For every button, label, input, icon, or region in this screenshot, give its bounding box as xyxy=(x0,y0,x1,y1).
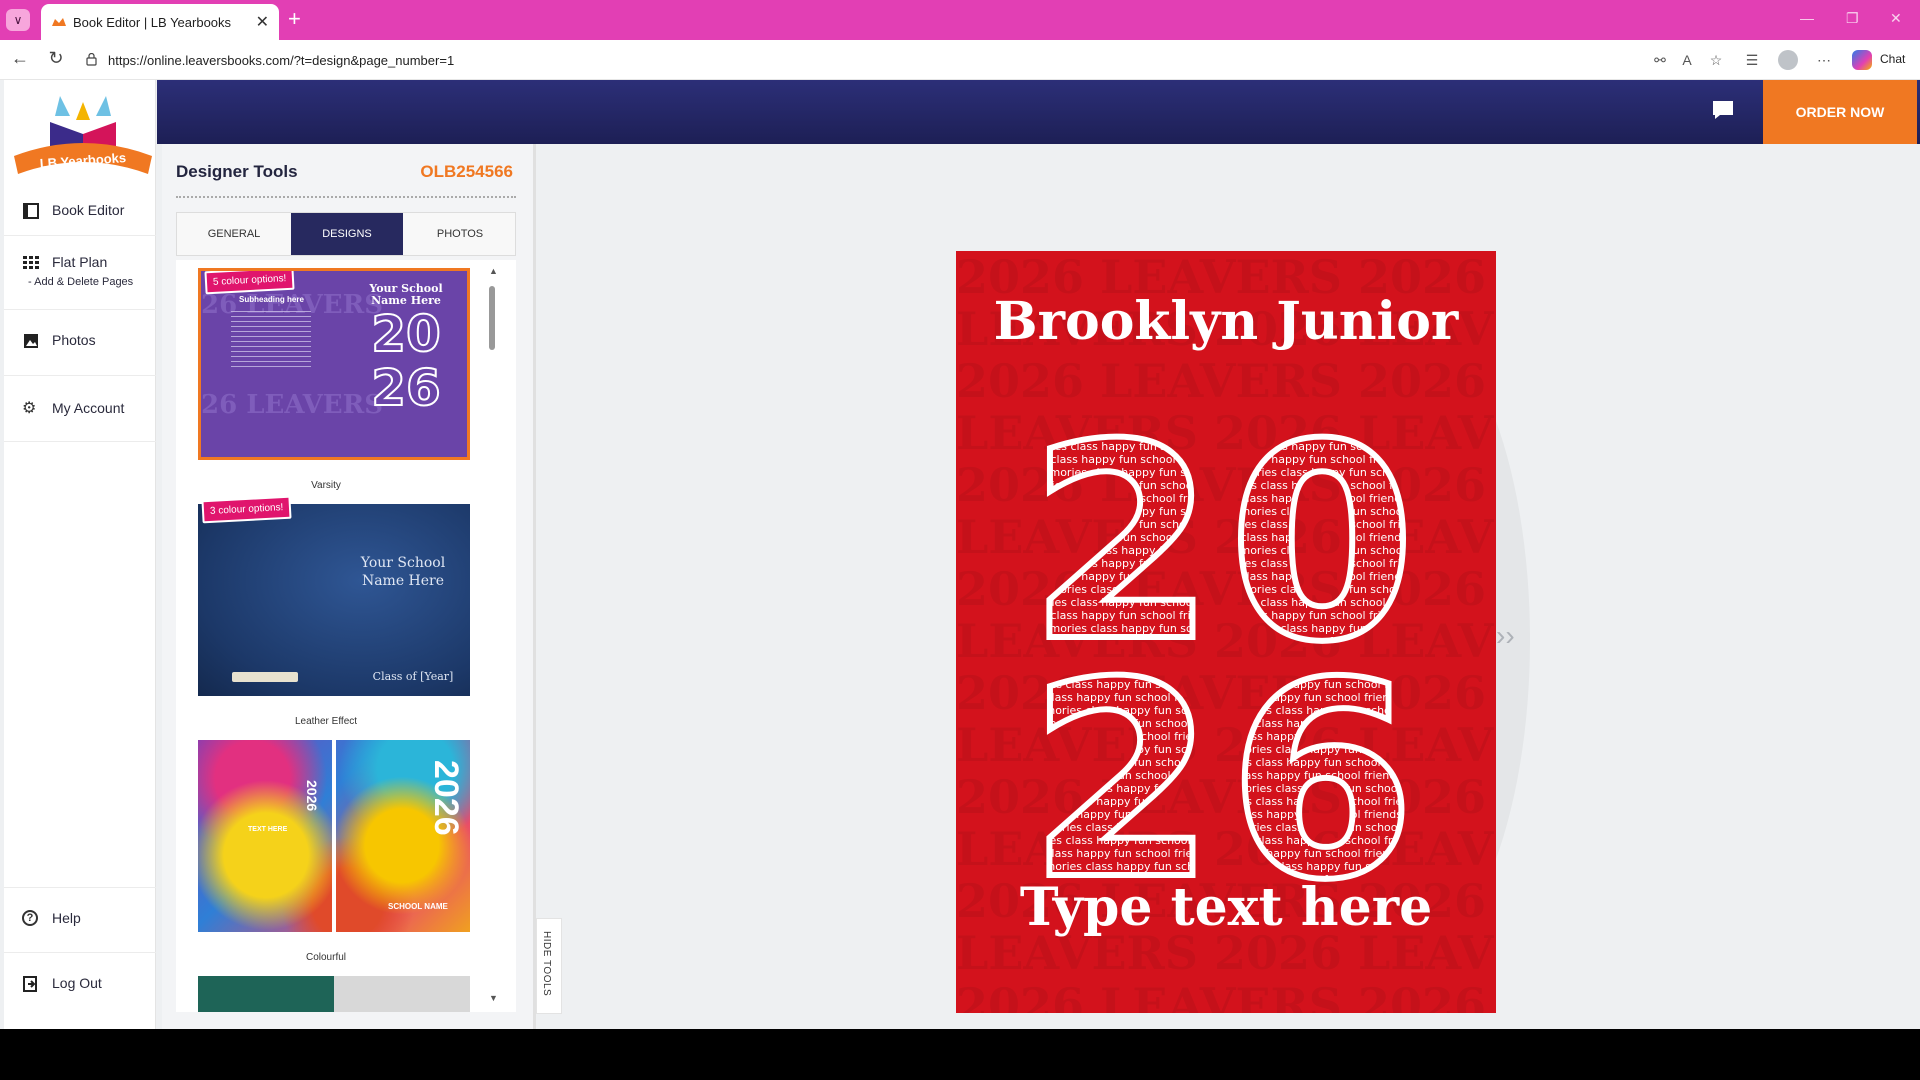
book-icon xyxy=(23,203,39,219)
design-thumb-varsity[interactable]: 26 LEAVERS 26 LEAVERS Subheading here Yo… xyxy=(198,268,470,460)
cover-footer-text[interactable]: Type text here xyxy=(956,877,1496,938)
tab-close-icon[interactable]: ✕ xyxy=(256,12,269,32)
sidebar-item-sublabel[interactable]: - Add & Delete Pages xyxy=(28,276,133,288)
chat-bubble-icon[interactable] xyxy=(1712,100,1734,120)
tab-general[interactable]: GENERAL xyxy=(177,213,291,255)
varsity-body-text xyxy=(231,311,311,367)
sidebar-item-label: Log Out xyxy=(52,975,102,991)
lb-yearbooks-logo[interactable]: LB Yearbooks xyxy=(10,86,156,182)
browser-toolbar: ← ↻ https://online.leaversbooks.com/?t=d… xyxy=(0,40,1920,80)
restore-icon[interactable]: ❐ xyxy=(1846,10,1859,27)
favorites-icon[interactable]: ☰ xyxy=(1742,50,1762,70)
sidebar: LB Yearbooks Book Editor Flat Plan - Add… xyxy=(4,80,156,1029)
design-caption: Colourful xyxy=(305,952,347,963)
more-menu-icon[interactable]: ⋯ xyxy=(1814,50,1834,70)
tab-designs[interactable]: DESIGNS xyxy=(291,213,403,255)
scrollbar-thumb[interactable] xyxy=(489,286,495,350)
help-icon: ? xyxy=(22,910,38,926)
sidebar-item-label: Flat Plan xyxy=(52,254,108,270)
cover-title[interactable]: Brooklyn Junior xyxy=(956,291,1496,352)
cover-digit[interactable]: 0 memories class happy fun school friend… xyxy=(1232,417,1412,657)
logout-icon xyxy=(23,976,37,992)
scroll-down-icon[interactable]: ▼ xyxy=(489,993,498,1003)
taskbar-area xyxy=(0,1029,1920,1080)
varsity-subheading: Subheading here xyxy=(239,295,304,304)
designer-tools-panel: Designer Tools OLB254566 GENERAL DESIGNS… xyxy=(162,144,536,1029)
panel-title: Designer Tools xyxy=(176,162,298,181)
design-list-scrollbar[interactable] xyxy=(486,260,496,1012)
sidebar-item-my-account[interactable]: ⚙ My Account xyxy=(4,376,156,442)
zoom-icon[interactable]: ⚯ xyxy=(1650,50,1670,70)
copilot-icon[interactable] xyxy=(1852,50,1872,70)
gear-icon: ⚙ xyxy=(22,400,37,417)
new-tab-button[interactable]: + xyxy=(288,7,301,31)
sidebar-item-label: Photos xyxy=(52,332,96,348)
address-bar[interactable]: https://online.leaversbooks.com/?t=desig… xyxy=(78,45,1668,75)
sidebar-item-log-out[interactable]: Log Out xyxy=(4,953,156,1019)
browser-tab[interactable]: Book Editor | LB Yearbooks ✕ xyxy=(41,4,279,40)
back-icon[interactable]: ← xyxy=(8,48,32,69)
cover-digit[interactable]: 2 memories class happy fun school friend… xyxy=(1032,417,1212,657)
site-favicon-icon xyxy=(52,18,66,26)
order-now-button[interactable]: ORDER NOW xyxy=(1763,80,1917,144)
cover-digit-outline: 6 xyxy=(1232,655,1412,895)
grid-icon xyxy=(23,256,39,269)
panel-tabs: GENERAL DESIGNS PHOTOS xyxy=(176,212,516,256)
sidebar-item-photos[interactable]: Photos xyxy=(4,310,156,376)
favorite-star-icon[interactable]: ☆ xyxy=(1706,50,1726,70)
sidebar-item-label: Help xyxy=(52,910,81,926)
order-code: OLB254566 xyxy=(420,162,513,181)
design-thumb-colourful[interactable]: 2026 2026 TEXT HERE SCHOOL NAME xyxy=(198,740,470,932)
app-header: ORDER NOW xyxy=(157,80,1920,144)
cover-page[interactable]: 2026 LEAVERS 2026 LEAVERS 2026 LEAV 2026… xyxy=(956,251,1496,1013)
cover-digit-outline: 0 xyxy=(1232,417,1412,657)
design-list: 26 LEAVERS 26 LEAVERS Subheading here Yo… xyxy=(176,260,516,1012)
varsity-year-bottom: 26 xyxy=(370,359,442,417)
lock-icon xyxy=(86,53,97,66)
design-thumb-leather-effect[interactable]: Your School Name Here Class of [Year] 3 … xyxy=(198,495,470,696)
refresh-icon[interactable]: ↻ xyxy=(44,48,68,69)
hide-tools-label: HIDE TOOLS xyxy=(541,931,552,997)
window-close-icon[interactable]: ✕ xyxy=(1890,10,1902,27)
cover-digit[interactable]: 2 memories class happy fun school friend… xyxy=(1032,655,1212,895)
colourful-text-here: TEXT HERE xyxy=(248,826,288,833)
profile-avatar[interactable] xyxy=(1778,50,1798,70)
tab-photos[interactable]: PHOTOS xyxy=(403,213,517,255)
sidebar-item-flat-plan[interactable]: Flat Plan - Add & Delete Pages xyxy=(4,236,156,310)
varsity-year-top: 20 xyxy=(370,305,442,363)
tab-actions-button[interactable]: ∨ xyxy=(6,9,30,31)
hide-tools-toggle[interactable]: HIDE TOOLS xyxy=(536,918,562,1014)
ribbon-banner xyxy=(232,672,298,682)
sidebar-item-help[interactable]: ? Help xyxy=(4,887,156,953)
spine-divider xyxy=(332,740,336,932)
colourful-year: 2026 xyxy=(427,760,465,836)
browser-tab-bar: ∨ Book Editor | LB Yearbooks ✕ + — ❐ ✕ xyxy=(0,0,1920,40)
chat-label[interactable]: Chat xyxy=(1880,52,1905,66)
cover-digit-outline: 2 xyxy=(1032,655,1212,895)
panel-divider xyxy=(176,196,516,198)
design-thumb-next[interactable] xyxy=(198,976,470,1012)
design-caption: Leather Effect xyxy=(294,716,358,727)
design-caption: Varsity xyxy=(311,480,341,491)
cover-digit-outline: 2 xyxy=(1032,417,1212,657)
colourful-school-name: SCHOOL NAME xyxy=(388,902,448,911)
minimize-icon[interactable]: — xyxy=(1800,10,1814,26)
leather-class-text: Class of [Year] xyxy=(372,670,454,683)
cover-digit[interactable]: 6 memories class happy fun school friend… xyxy=(1232,655,1412,895)
sidebar-item-label: Book Editor xyxy=(52,202,125,218)
next-page-arrow-icon[interactable]: ›› xyxy=(1496,620,1515,652)
sidebar-item-book-editor[interactable]: Book Editor xyxy=(4,184,156,236)
photos-icon xyxy=(24,334,38,348)
tab-title: Book Editor | LB Yearbooks xyxy=(73,15,232,30)
colourful-year-spine: 2026 xyxy=(304,780,320,812)
url-text: https://online.leaversbooks.com/?t=desig… xyxy=(108,53,455,68)
read-aloud-icon[interactable]: A xyxy=(1677,50,1697,70)
scroll-up-icon[interactable]: ▲ xyxy=(489,266,498,276)
leather-school-name: Your School Name Here xyxy=(360,555,446,589)
colour-options-badge: 3 colour options! xyxy=(201,495,292,524)
app: LB Yearbooks Book Editor Flat Plan - Add… xyxy=(0,80,1920,1029)
sidebar-item-label: My Account xyxy=(52,400,125,416)
varsity-school-name: Your School Name Here xyxy=(369,282,443,307)
